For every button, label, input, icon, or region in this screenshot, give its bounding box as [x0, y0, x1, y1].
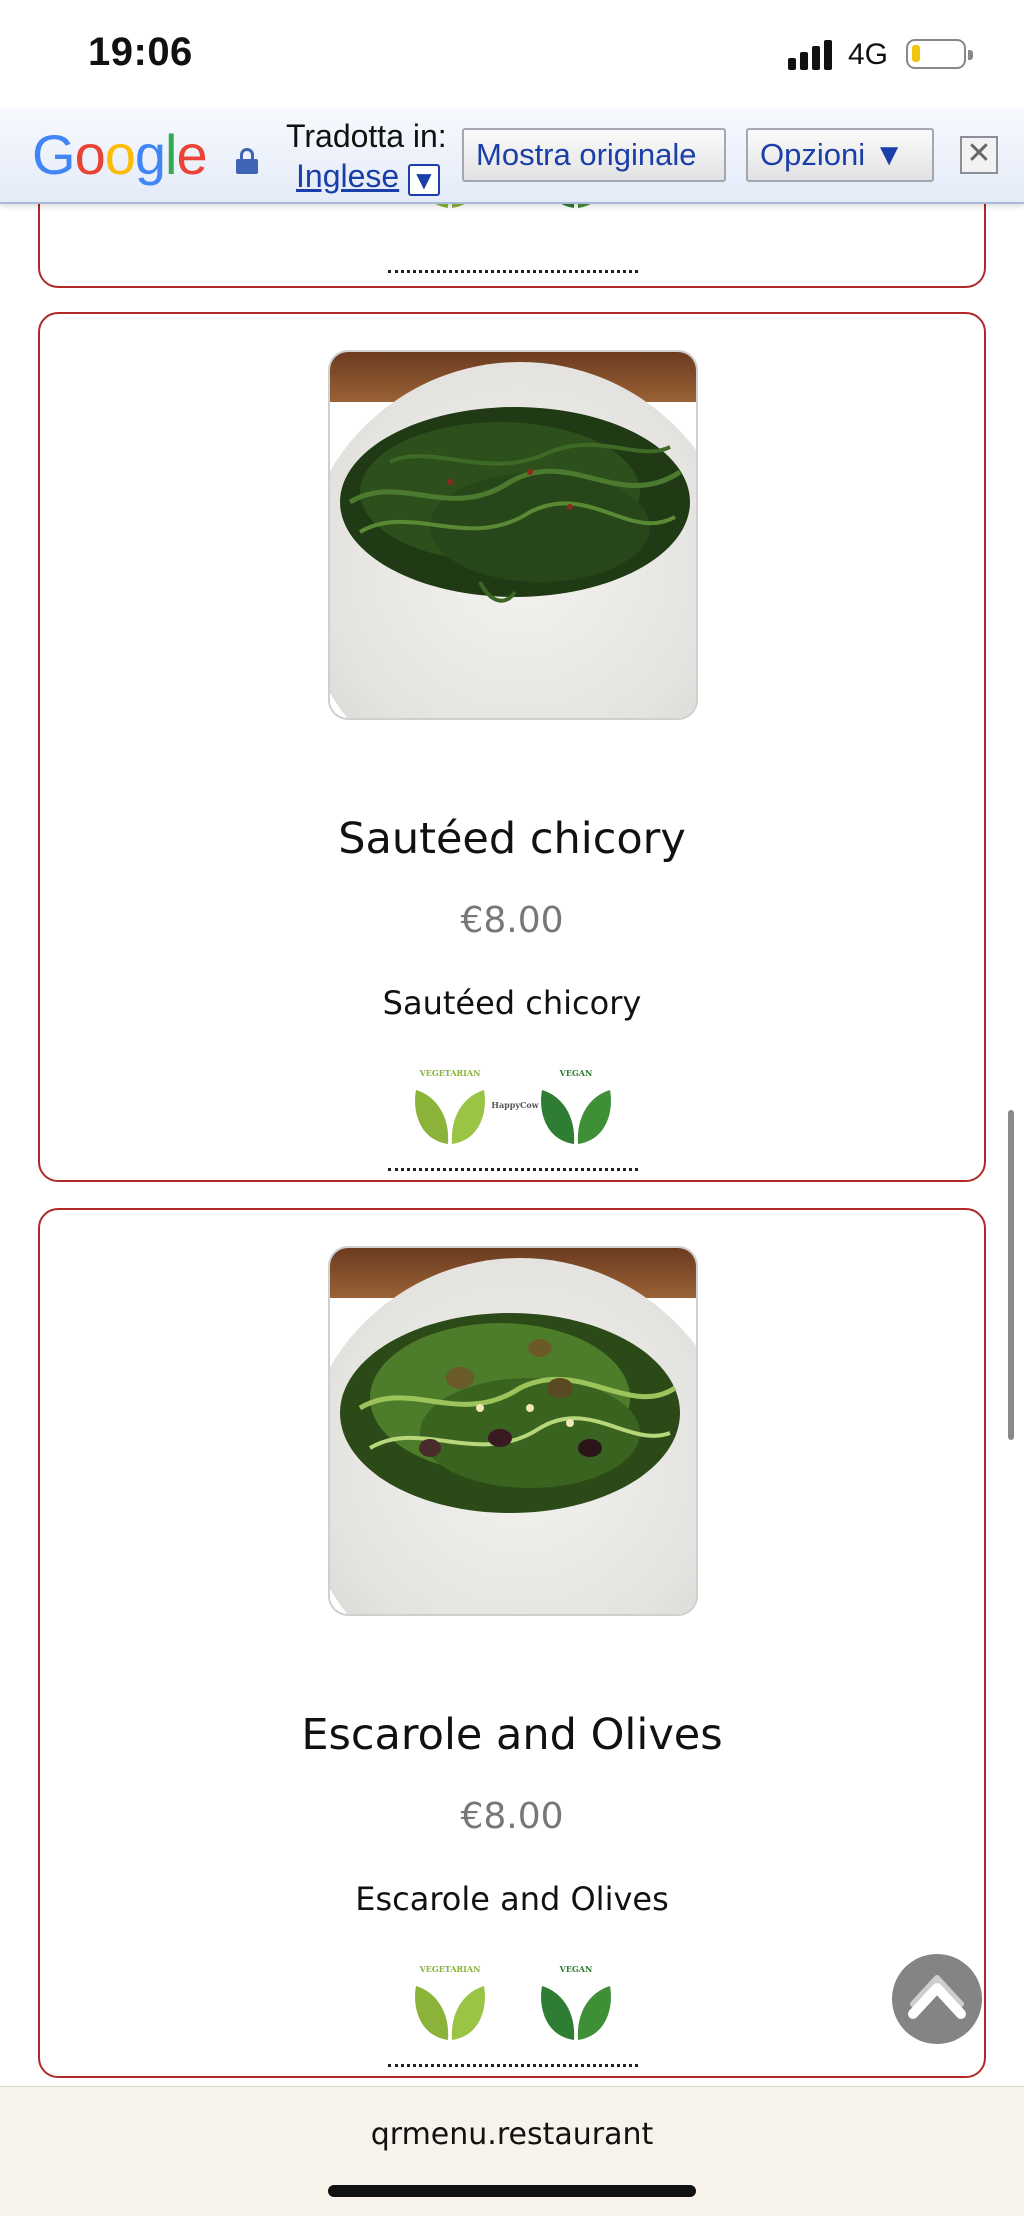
menu-item-card[interactable]: Escarole and Olives €8.00 Escarole and O… — [38, 1208, 986, 2078]
close-icon[interactable]: ✕ — [960, 136, 998, 174]
vegetarian-badge: VEGETARIAN — [410, 1964, 490, 2044]
vegan-badge: VEGAN — [536, 1964, 616, 2044]
dish-price: €8.00 — [460, 1796, 564, 1837]
divider — [388, 270, 638, 273]
options-button[interactable]: Opzioni ▼ — [746, 128, 934, 182]
vegetarian-leaf-icon — [415, 1090, 485, 1144]
dish-photo — [328, 350, 698, 720]
network-type: 4G — [848, 38, 889, 71]
happycow-label: HappyCow — [491, 1100, 539, 1110]
vegan-label: VEGAN — [559, 1964, 593, 1974]
menu-item-card[interactable]: Sautéed chicory €8.00 Sautéed chicory VE… — [38, 312, 986, 1182]
cellular-signal-icon — [788, 40, 836, 70]
status-time: 19:06 — [88, 30, 193, 74]
dish-description: Escarole and Olives — [355, 1880, 669, 1918]
google-logo: Google — [32, 123, 208, 186]
translated-to-label: Tradotta in: — [286, 118, 447, 154]
battery-icon — [906, 39, 973, 69]
divider — [388, 2064, 638, 2067]
vegan-label: VEGAN — [559, 1068, 593, 1078]
scrollbar[interactable] — [1008, 1110, 1014, 1440]
target-language-link[interactable]: Inglese — [296, 158, 399, 195]
dish-name: Sautéed chicory — [338, 814, 686, 864]
dish-price: €8.00 — [460, 900, 564, 941]
chevron-up-icon — [908, 1975, 966, 2019]
vegan-badge: VEGAN — [536, 1068, 616, 1148]
vegetarian-label: VEGETARIAN — [419, 1068, 481, 1078]
vegetarian-badge: VEGETARIAN — [410, 1068, 490, 1148]
vegetarian-label: VEGETARIAN — [419, 1964, 481, 1974]
home-indicator — [328, 2185, 696, 2197]
show-original-button[interactable]: Mostra originale — [462, 128, 726, 182]
diet-badges: VEGETARIAN VEGAN — [40, 1964, 984, 2054]
lock-icon — [236, 148, 258, 174]
vegan-leaf-icon — [541, 1986, 611, 2040]
diet-badges: VEGETARIAN HappyCow VEGAN — [40, 1068, 984, 1158]
google-translate-bar: Google Tradotta in: Inglese ▼ Mostra ori… — [0, 108, 1024, 204]
language-dropdown-icon[interactable]: ▼ — [408, 164, 440, 196]
dish-photo — [328, 1246, 698, 1616]
vegan-leaf-icon — [541, 1090, 611, 1144]
divider — [388, 1168, 638, 1171]
dish-description: Sautéed chicory — [382, 984, 642, 1022]
status-bar: 19:06 4G — [0, 0, 1024, 108]
url-text[interactable]: qrmenu.restaurant — [0, 2117, 1024, 2152]
back-to-top-button[interactable] — [892, 1954, 982, 2044]
dish-name: Escarole and Olives — [301, 1710, 723, 1760]
browser-url-bar[interactable]: qrmenu.restaurant — [0, 2086, 1024, 2216]
vegetarian-leaf-icon — [415, 1986, 485, 2040]
